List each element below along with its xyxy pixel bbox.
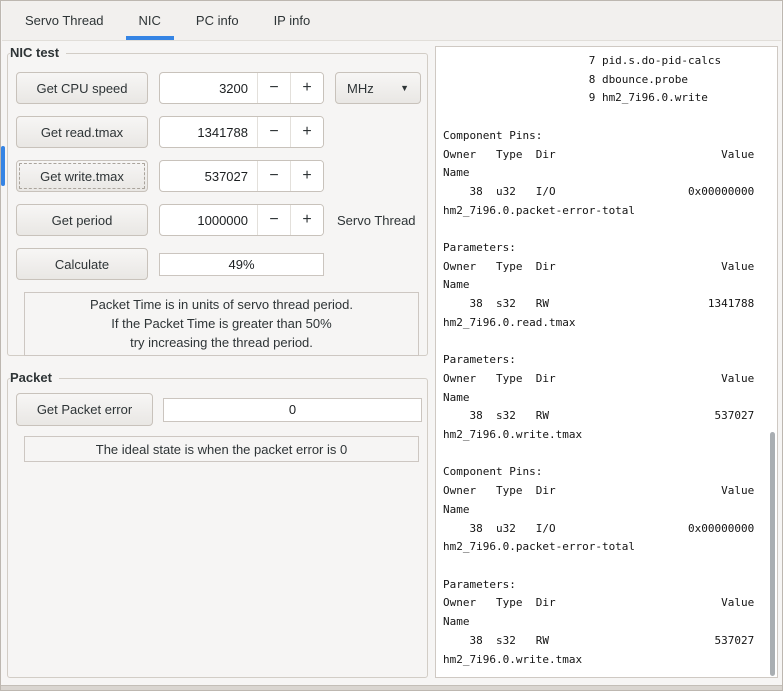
chevron-down-icon: ▼ [400,83,409,93]
tab-ip-info[interactable]: IP info [261,1,324,40]
calculate-row: Calculate 49% [16,248,427,280]
window-bottom-edge [1,685,782,690]
packet-error-note-text: The ideal state is when the packet error… [95,441,348,457]
nic-test-frame-title: NIC test [10,45,67,60]
mhz-unit-value: MHz [347,80,374,96]
servo-thread-label: Servo Thread [337,212,416,228]
tab-pc-info[interactable]: PC info [183,1,252,40]
period-spinbox: 1000000 − + [159,204,324,236]
cpu-speed-spinbox: 3200 − + [159,72,324,104]
increment-icon[interactable]: + [290,205,323,235]
packet-error-value-field[interactable]: 0 [163,397,422,422]
get-packet-error-button[interactable]: Get Packet error [16,393,153,426]
window-vertical-scrollbar-thumb[interactable] [1,146,5,186]
packet-frame-title: Packet [10,370,59,385]
hal-output-text: 7 pid.s.do-pid-calcs 8 dbounce.probe 9 h… [443,54,755,666]
packet-error-row: Get Packet error 0 [16,393,427,426]
get-read-tmax-button[interactable]: Get read.tmax [16,116,148,148]
read-tmax-row: Get read.tmax 1341788 − + [16,116,427,148]
read-tmax-value[interactable]: 1341788 [160,117,257,147]
period-value[interactable]: 1000000 [160,205,257,235]
packet-time-progressbar: 49% [159,252,324,276]
get-period-button[interactable]: Get period [16,204,148,236]
write-tmax-row: Get write.tmax 537027 − + [16,160,427,192]
increment-icon[interactable]: + [290,117,323,147]
write-tmax-value[interactable]: 537027 [160,161,257,191]
packet-time-note: Packet Time is in units of servo thread … [24,292,419,356]
write-tmax-spinbox: 537027 − + [159,160,324,192]
packet-frame: Packet Get Packet error 0 The ideal stat… [7,370,428,678]
read-tmax-spinbox: 1341788 − + [159,116,324,148]
cpu-speed-row: Get CPU speed 3200 − + MHz ▼ [16,72,427,104]
period-row: Get period 1000000 − + Servo Thread [16,204,427,236]
packet-error-note: The ideal state is when the packet error… [24,436,419,462]
increment-icon[interactable]: + [290,161,323,191]
mhz-unit-dropdown[interactable]: MHz ▼ [335,72,421,104]
tab-bar: Servo Thread NIC PC info IP info [2,1,781,41]
get-write-tmax-button[interactable]: Get write.tmax [16,160,148,192]
increment-icon[interactable]: + [290,73,323,103]
app-window: Servo Thread NIC PC info IP info NIC tes… [0,0,783,691]
hal-output-panel[interactable]: 7 pid.s.do-pid-calcs 8 dbounce.probe 9 h… [435,46,778,678]
decrement-icon[interactable]: − [257,117,290,147]
nic-test-frame: NIC test Get CPU speed 3200 − + MHz ▼ Ge… [7,45,428,356]
output-scrollbar-thumb[interactable] [770,432,775,676]
tab-nic[interactable]: NIC [126,1,174,40]
decrement-icon[interactable]: − [257,161,290,191]
calculate-button[interactable]: Calculate [16,248,148,280]
cpu-speed-value[interactable]: 3200 [160,73,257,103]
tab-servo-thread[interactable]: Servo Thread [12,1,117,40]
get-cpu-speed-button[interactable]: Get CPU speed [16,72,148,104]
decrement-icon[interactable]: − [257,73,290,103]
decrement-icon[interactable]: − [257,205,290,235]
